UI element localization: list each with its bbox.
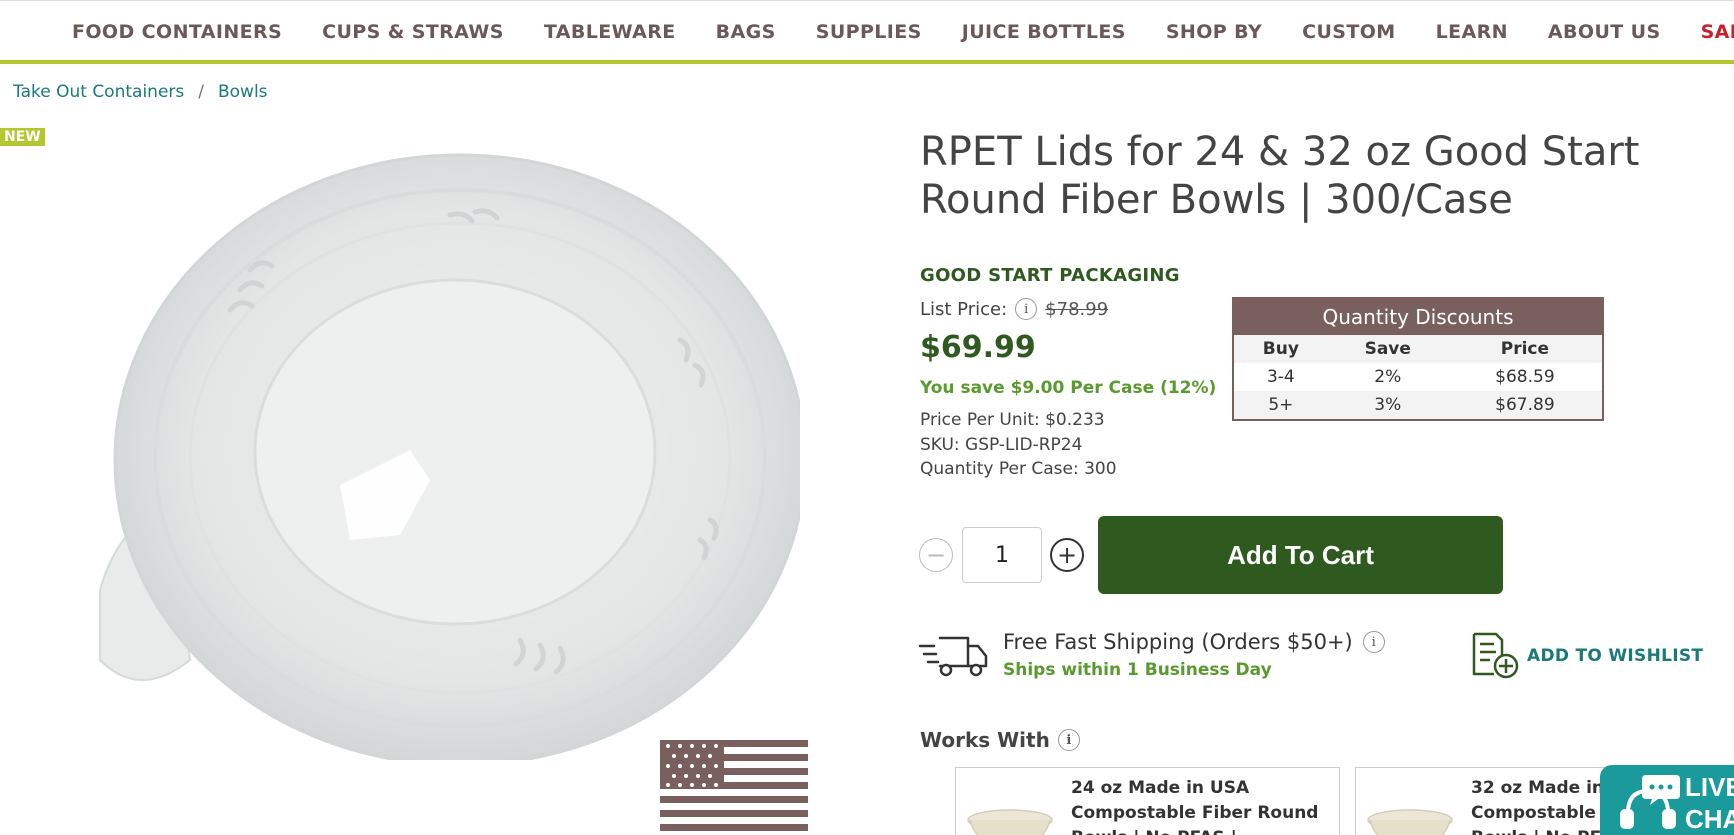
- add-to-wishlist-link[interactable]: ADD TO WISHLIST: [1527, 646, 1703, 666]
- nav-tableware[interactable]: TABLEWARE: [544, 21, 676, 43]
- quantity-per-case: Quantity Per Case: 300: [920, 459, 1117, 479]
- nav-supplies[interactable]: SUPPLIES: [816, 21, 922, 43]
- quantity-decrease-button[interactable]: −: [919, 538, 953, 572]
- breadcrumb-separator: /: [198, 82, 204, 102]
- list-price-label: List Price:: [920, 298, 1008, 320]
- bowl-image: [1367, 809, 1453, 835]
- breadcrumb-take-out-containers[interactable]: Take Out Containers: [13, 82, 184, 102]
- nav-sale[interactable]: SALE: [1701, 21, 1734, 43]
- breadcrumb: Take Out Containers / Bowls: [13, 82, 268, 102]
- product-title: RPET Lids for 24 & 32 oz Good Start Roun…: [920, 129, 1640, 223]
- list-price: List Price: i $78.99: [920, 298, 1108, 320]
- new-badge: NEW: [0, 128, 45, 146]
- discount-price: $67.89: [1447, 391, 1602, 419]
- ships-within-text: Ships within 1 Business Day: [1003, 660, 1272, 680]
- discount-buy: 5+: [1234, 391, 1328, 419]
- discount-header-save: Save: [1327, 335, 1448, 363]
- live-chat-button[interactable]: LIVE CHAT: [1600, 765, 1734, 835]
- usa-flag-icon: [660, 740, 808, 835]
- chat-headset-icon: [1620, 775, 1680, 829]
- list-price-value: $78.99: [1045, 298, 1109, 320]
- discount-buy: 3-4: [1266, 367, 1295, 387]
- related-product-card[interactable]: 24 oz Made in USA Compostable Fiber Roun…: [955, 767, 1340, 835]
- live-chat-line1: LIVE: [1685, 772, 1734, 802]
- price-per-unit: Price Per Unit: $0.233: [920, 410, 1105, 430]
- nav-shop-by[interactable]: SHOP BY: [1166, 21, 1262, 43]
- discount-header-buy: Buy: [1234, 335, 1328, 363]
- discount-header-price: Price: [1447, 335, 1602, 363]
- truck-icon: [918, 636, 988, 677]
- sale-price: $69.99: [920, 330, 1036, 365]
- nav-custom[interactable]: CUSTOM: [1302, 21, 1395, 43]
- product-image[interactable]: [80, 140, 800, 760]
- wishlist-add-icon[interactable]: [1470, 630, 1522, 680]
- discount-price: $68.59: [1495, 367, 1555, 387]
- nav-cups-straws[interactable]: CUPS & STRAWS: [322, 21, 504, 43]
- add-to-cart-button[interactable]: Add To Cart: [1098, 516, 1503, 594]
- main-nav: FOOD CONTAINERS CUPS & STRAWS TABLEWARE …: [0, 0, 1734, 64]
- brand-name[interactable]: GOOD START PACKAGING: [920, 265, 1180, 286]
- works-with-info-icon[interactable]: i: [1057, 729, 1080, 751]
- discount-save: 2%: [1374, 367, 1402, 387]
- works-with-label: Works With: [920, 728, 1050, 752]
- breadcrumb-bowls[interactable]: Bowls: [218, 82, 268, 102]
- discount-row: 5+ 3% $67.89: [1234, 391, 1602, 419]
- quantity-discounts-title: Quantity Discounts: [1234, 299, 1602, 335]
- nav-learn[interactable]: LEARN: [1436, 21, 1508, 43]
- free-shipping-label: Free Fast Shipping (Orders $50+): [1003, 630, 1353, 654]
- quantity-increase-button[interactable]: +: [1050, 538, 1084, 572]
- sku: SKU: GSP-LID-RP24: [920, 435, 1083, 455]
- shipping-info-icon[interactable]: i: [1362, 631, 1385, 653]
- discount-save: 3%: [1327, 391, 1448, 419]
- works-with-heading: Works With i: [920, 728, 1080, 752]
- related-product-title[interactable]: 24 oz Made in USA Compostable Fiber Roun…: [1071, 776, 1336, 835]
- live-chat-line2: CHAT: [1685, 804, 1734, 834]
- quantity-input[interactable]: [962, 527, 1042, 583]
- free-shipping-text: Free Fast Shipping (Orders $50+) i: [1003, 630, 1385, 654]
- bowl-image: [967, 809, 1053, 835]
- discount-row: 3-4 2% $68.59: [1234, 363, 1602, 391]
- quantity-discounts-table: Quantity Discounts Buy Save Price 3-4 2%…: [1232, 297, 1604, 421]
- nav-food-containers[interactable]: FOOD CONTAINERS: [72, 21, 282, 43]
- nav-bags[interactable]: BAGS: [716, 21, 776, 43]
- savings-text: You save $9.00 Per Case (12%): [920, 378, 1217, 398]
- nav-about-us[interactable]: ABOUT US: [1548, 21, 1661, 43]
- list-price-info-icon[interactable]: i: [1015, 298, 1038, 320]
- nav-juice-bottles[interactable]: JUICE BOTTLES: [962, 21, 1126, 43]
